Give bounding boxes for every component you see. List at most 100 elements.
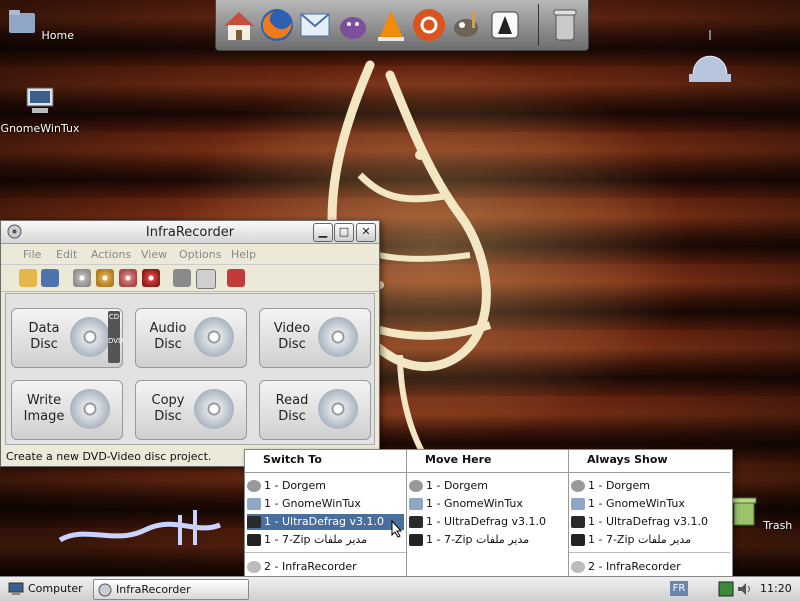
audio-disc-icon	[194, 317, 234, 357]
computer-icon	[8, 582, 24, 595]
video-disc-icon	[318, 317, 358, 357]
tracks-icon[interactable]	[119, 269, 137, 287]
dorgem-icon	[247, 480, 261, 492]
dorgem-icon	[571, 480, 585, 492]
gimp-icon[interactable]	[448, 6, 486, 44]
menu-bar: File Edit Actions View Options Help	[1, 244, 379, 265]
ultradefrag-icon	[571, 516, 585, 528]
button-label: Write Image	[23, 393, 65, 424]
always-show-column: Always Show 1 - Dorgem 1 - GnomeWinTux 1…	[569, 450, 730, 578]
infrarecorder-icon	[98, 583, 112, 597]
home-icon[interactable]	[220, 6, 258, 44]
switch-to-column: Switch To 1 - Dorgem 1 - GnomeWinTux 1 -…	[245, 450, 407, 578]
7zip-icon	[571, 534, 585, 546]
status-text: Create a new DVD-Video disc project.	[6, 450, 212, 463]
close-button[interactable]: ✕	[356, 223, 376, 242]
dvd-tag: DVD	[108, 337, 124, 345]
pidgin-icon[interactable]	[334, 6, 372, 44]
audio-disc-button[interactable]: Audio Disc	[135, 308, 247, 368]
7zip-icon	[247, 534, 261, 546]
tools-icon[interactable]	[173, 269, 191, 287]
list-item[interactable]: 1 - GnomeWinTux	[409, 496, 566, 512]
menu-actions[interactable]: Actions	[91, 248, 131, 261]
button-label: Data Disc	[28, 321, 60, 352]
drive-icon[interactable]	[196, 269, 216, 289]
dorgem-icon	[409, 480, 423, 492]
list-item[interactable]: 1 - 7-Zip مدير ملفات	[571, 532, 728, 548]
minimize-button[interactable]: ▁	[313, 223, 333, 242]
menu-options[interactable]: Options	[179, 248, 221, 261]
folder-icon	[409, 498, 423, 510]
save-icon[interactable]	[41, 269, 59, 287]
list-item[interactable]: 1 - 7-Zip مدير ملفات	[409, 532, 566, 548]
vlc-icon[interactable]	[372, 6, 410, 44]
list-item[interactable]: 1 - 7-Zip مدير ملفات	[247, 532, 404, 548]
menu-help[interactable]: Help	[231, 248, 256, 261]
column-header: Move Here	[407, 450, 568, 473]
copy-disc-icon[interactable]	[96, 269, 114, 287]
trash-can-icon[interactable]	[546, 6, 584, 44]
desktop-icon-label: GnomeWinTux	[0, 122, 80, 135]
start-button[interactable]: Computer	[8, 579, 88, 598]
write-image-icon	[70, 389, 110, 429]
copy-disc-button[interactable]: Copy Disc	[135, 380, 247, 440]
7zip-icon	[409, 534, 423, 546]
desktop-icon-label: Trash	[763, 519, 793, 532]
mail-icon[interactable]	[296, 6, 334, 44]
ultradefrag-icon	[409, 516, 423, 528]
computer-icon	[26, 87, 54, 113]
maximize-button[interactable]: □	[334, 223, 354, 242]
network-icon[interactable]	[718, 581, 734, 597]
list-item[interactable]: 1 - Dorgem	[409, 478, 566, 494]
firefox-icon[interactable]	[258, 6, 296, 44]
erase-icon[interactable]	[142, 269, 160, 287]
open-icon[interactable]	[19, 269, 37, 287]
cd-dvd-tag: CD DVD	[108, 311, 124, 363]
list-item-selected[interactable]: 1 - UltraDefrag v3.1.0	[247, 514, 404, 530]
infrarecorder-icon	[571, 561, 585, 573]
cd-tag: CD	[108, 313, 120, 321]
keyboard-layout-indicator[interactable]: FR	[670, 581, 688, 596]
home-folder-icon	[9, 10, 35, 33]
ubuntu-icon[interactable]	[410, 6, 448, 44]
clock: 11:20	[760, 582, 792, 595]
toolbar	[1, 265, 379, 292]
menu-file[interactable]: File	[23, 248, 41, 261]
inkscape-icon[interactable]	[486, 6, 524, 44]
taskbar-item-infrarecorder[interactable]: InfraRecorder	[93, 579, 249, 600]
taskbar-item-label: InfraRecorder	[116, 583, 191, 596]
list-item[interactable]: 1 - UltraDefrag v3.1.0	[409, 514, 566, 530]
desktop-icon-gnomewintux[interactable]: GnomeWinTux	[0, 85, 80, 135]
list-item[interactable]: 2 - InfraRecorder	[571, 559, 728, 575]
infrarecorder-icon	[247, 561, 261, 573]
read-disc-button[interactable]: Read Disc	[259, 380, 371, 440]
read-disc-icon	[318, 389, 358, 429]
window-titlebar[interactable]: InfraRecorder ▁ □ ✕	[1, 221, 379, 244]
data-disc-icon	[70, 317, 110, 357]
burn-image-icon[interactable]	[73, 269, 91, 287]
video-disc-button[interactable]: Video Disc	[259, 308, 371, 368]
list-item[interactable]: 1 - Dorgem	[247, 478, 404, 494]
exit-icon[interactable]	[227, 269, 245, 287]
ultradefrag-icon	[247, 516, 261, 528]
mouse-cursor-icon	[391, 520, 403, 538]
project-panel: Data Disc CD DVD Audio Disc Video Disc Wr…	[5, 293, 375, 445]
volume-icon[interactable]	[736, 581, 754, 597]
list-item[interactable]: 2 - InfraRecorder	[247, 559, 404, 575]
application-dock	[215, 0, 589, 51]
list-item[interactable]: 1 - Dorgem	[571, 478, 728, 494]
write-image-button[interactable]: Write Image	[11, 380, 123, 440]
menu-view[interactable]: View	[141, 248, 167, 261]
move-here-column: Move Here 1 - Dorgem 1 - GnomeWinTux 1 -…	[407, 450, 569, 578]
list-item[interactable]: 1 - UltraDefrag v3.1.0	[571, 514, 728, 530]
infrarecorder-window: InfraRecorder ▁ □ ✕ File Edit Actions Vi…	[0, 220, 380, 467]
desktop-icon-home[interactable]: Home	[0, 5, 80, 42]
button-label: Read Disc	[275, 393, 309, 424]
data-disc-button[interactable]: Data Disc CD DVD	[11, 308, 123, 368]
list-item[interactable]: 1 - GnomeWinTux	[247, 496, 404, 512]
mosque-logo-icon	[689, 30, 731, 82]
separator	[245, 552, 406, 553]
menu-edit[interactable]: Edit	[56, 248, 77, 261]
list-item[interactable]: 1 - GnomeWinTux	[571, 496, 728, 512]
folder-icon	[571, 498, 585, 510]
